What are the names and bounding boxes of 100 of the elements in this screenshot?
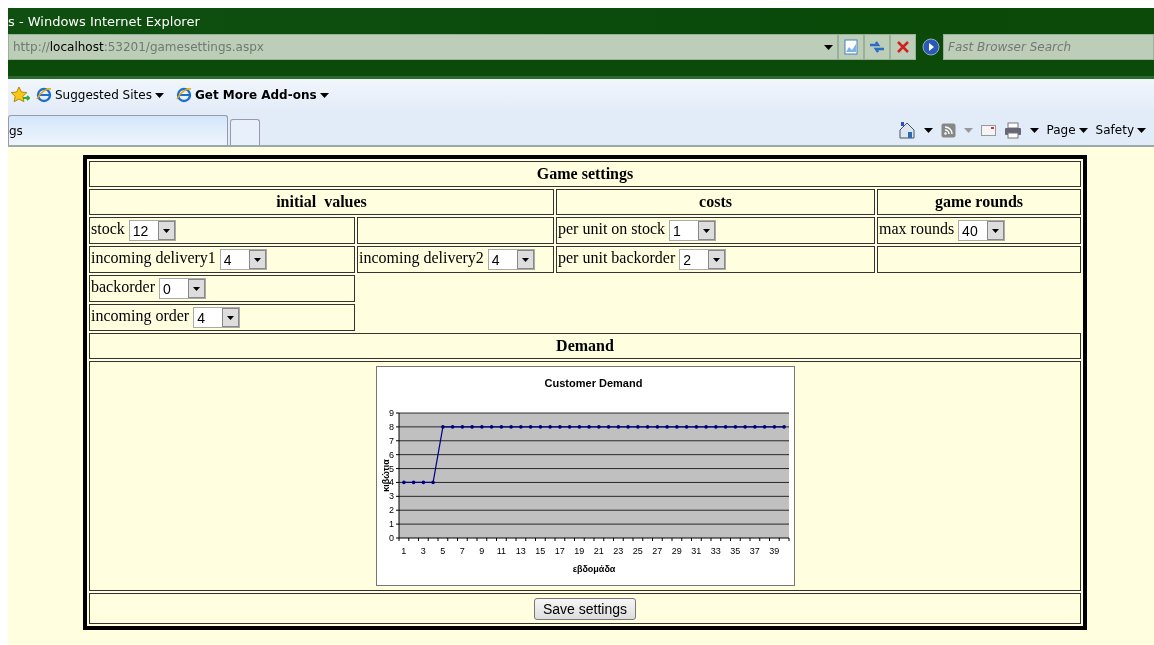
caret-icon bbox=[1078, 127, 1088, 133]
dropdown[interactable]: 4 bbox=[193, 307, 241, 328]
data-point bbox=[694, 425, 698, 429]
window-title: s - Windows Internet Explorer bbox=[8, 13, 200, 29]
caret-icon[interactable] bbox=[1029, 127, 1039, 133]
new-tab-button[interactable] bbox=[230, 119, 260, 145]
data-point bbox=[772, 425, 776, 429]
data-point bbox=[528, 425, 532, 429]
favorites-star-icon[interactable] bbox=[10, 86, 30, 104]
caret-icon bbox=[192, 286, 200, 291]
section-heading: Game settings bbox=[89, 161, 1081, 187]
data-point bbox=[625, 425, 630, 429]
x-tick-label: 9 bbox=[478, 546, 484, 556]
field-label: backorder bbox=[91, 278, 155, 296]
data-point bbox=[499, 425, 503, 429]
dropdown[interactable]: 1 bbox=[669, 220, 717, 241]
data-point bbox=[645, 425, 649, 429]
page-icon bbox=[844, 39, 858, 55]
caret-icon bbox=[703, 228, 711, 233]
dropdown[interactable]: 4 bbox=[487, 249, 535, 270]
y-tick-label: 6 bbox=[388, 449, 394, 460]
data-point bbox=[421, 480, 425, 485]
search-field[interactable]: Fast Browser Search bbox=[943, 34, 1154, 60]
x-tick-label: 11 bbox=[496, 546, 506, 556]
x-tick-label: 19 bbox=[573, 546, 584, 556]
data-point bbox=[586, 425, 591, 429]
data-point bbox=[762, 425, 766, 429]
data-point bbox=[479, 425, 484, 429]
dropdown[interactable]: 2 bbox=[679, 249, 727, 270]
x-tick-label: 21 bbox=[593, 546, 604, 556]
data-point bbox=[684, 425, 688, 429]
data-point bbox=[538, 425, 542, 429]
browser-icon bbox=[36, 87, 52, 103]
data-point bbox=[401, 480, 406, 485]
y-tick-label: 7 bbox=[388, 435, 394, 446]
mail-icon[interactable] bbox=[980, 124, 996, 136]
y-axis-title: κιβώτια bbox=[380, 459, 391, 492]
dropdown[interactable]: 4 bbox=[219, 249, 267, 270]
field-label: incoming delivery1 bbox=[91, 249, 216, 267]
data-point bbox=[411, 480, 415, 485]
dropdown[interactable]: 40 bbox=[958, 220, 1006, 241]
data-point bbox=[577, 425, 581, 429]
data-point bbox=[703, 425, 708, 429]
field-label: incoming delivery2 bbox=[359, 249, 484, 267]
address-field[interactable]: http://localhost:53201/gamesettings.aspx bbox=[8, 34, 838, 60]
x-tick-label: 17 bbox=[554, 546, 565, 556]
x-tick-label: 23 bbox=[612, 546, 623, 556]
data-point bbox=[450, 425, 454, 429]
caret-icon bbox=[253, 257, 261, 262]
data-point bbox=[733, 425, 737, 429]
field-label: max rounds bbox=[879, 220, 955, 238]
command-menu[interactable]: Safety bbox=[1095, 123, 1146, 137]
data-point bbox=[742, 425, 747, 429]
browser-icon bbox=[175, 87, 192, 103]
x-tick-label: 27 bbox=[651, 546, 662, 556]
field-label: stock bbox=[91, 220, 125, 238]
compat-view-button[interactable] bbox=[838, 34, 864, 60]
dropdown[interactable]: 12 bbox=[128, 220, 176, 241]
caret-icon bbox=[319, 92, 329, 98]
data-point bbox=[508, 425, 513, 429]
data-point bbox=[596, 425, 601, 429]
feed-icon[interactable] bbox=[940, 122, 956, 138]
search-engine-icon bbox=[922, 38, 940, 56]
refresh-icon bbox=[869, 40, 885, 54]
browser-tab[interactable]: gs bbox=[8, 115, 228, 145]
data-point bbox=[606, 425, 610, 429]
stop-button[interactable] bbox=[890, 34, 916, 60]
caret-icon bbox=[521, 257, 529, 262]
data-point bbox=[518, 425, 523, 429]
x-tick-label: 25 bbox=[632, 546, 643, 556]
x-tick-label: 35 bbox=[729, 546, 740, 556]
x-tick-label: 13 bbox=[515, 546, 526, 556]
caret-icon[interactable] bbox=[824, 44, 833, 50]
save-button[interactable]: Save settings bbox=[533, 597, 637, 620]
chart-title: Customer Demand bbox=[544, 377, 642, 389]
y-tick-label: 5 bbox=[388, 463, 394, 474]
data-point bbox=[489, 425, 493, 429]
data-point bbox=[781, 425, 786, 429]
y-tick-label: 2 bbox=[388, 505, 394, 516]
refresh-button[interactable] bbox=[864, 34, 890, 60]
data-point bbox=[440, 425, 445, 429]
x-tick-label: 3 bbox=[420, 546, 426, 556]
favorites-link[interactable]: Suggested Sites bbox=[36, 87, 164, 103]
y-tick-label: 1 bbox=[388, 519, 394, 530]
home-icon[interactable] bbox=[897, 121, 916, 139]
data-point bbox=[752, 425, 757, 429]
dropdown[interactable]: 0 bbox=[158, 278, 206, 299]
caret-icon[interactable] bbox=[923, 127, 933, 133]
section-heading: Demand bbox=[89, 333, 1081, 359]
x-tick-label: 5 bbox=[439, 546, 445, 556]
x-tick-label: 31 bbox=[690, 546, 701, 556]
caret-icon bbox=[992, 228, 1000, 233]
data-point bbox=[723, 425, 727, 429]
x-axis-title: εβδομάδα bbox=[572, 564, 615, 574]
command-menu[interactable]: Page bbox=[1046, 123, 1088, 137]
favorites-link[interactable]: Get More Add-ons bbox=[175, 87, 329, 103]
printer-icon[interactable] bbox=[1003, 121, 1022, 139]
caret-icon bbox=[1137, 127, 1146, 133]
x-tick-label: 15 bbox=[534, 546, 545, 556]
caret-icon bbox=[713, 257, 721, 262]
